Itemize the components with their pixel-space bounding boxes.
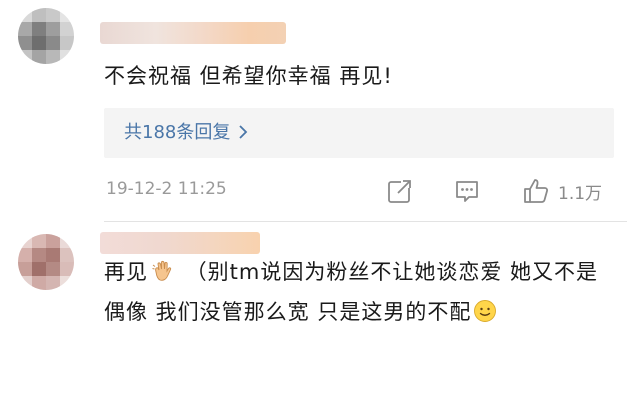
replies-label: 共188条回复 xyxy=(124,122,231,143)
comment-icon xyxy=(456,181,478,202)
avatar-mosaic xyxy=(18,8,74,64)
comment-feed: 不会祝福 但希望你幸福 再见! 共188条回复 19-12-2 11:25 1.… xyxy=(0,0,627,400)
comment-text: 再见 （别tm说因为粉丝不让她谈恋爱 她又不是偶像 我们没管那么宽 只是这男的不… xyxy=(104,254,614,334)
share-button[interactable] xyxy=(387,176,413,206)
avatar-mosaic xyxy=(18,234,74,290)
avatar[interactable] xyxy=(18,234,74,290)
slightly-smiling-face-icon xyxy=(473,298,497,334)
comment-text-body: （别tm说因为粉丝不让她谈恋爱 她又不是偶像 我们没管那么宽 只是这男的不配 xyxy=(104,260,599,324)
comment-meta: 19-12-2 11:25 1.1万 xyxy=(104,176,619,206)
like-button[interactable]: 1.1万 xyxy=(522,176,602,206)
divider xyxy=(104,221,627,222)
timestamp: 19-12-2 11:25 xyxy=(106,179,227,199)
comment-text-prefix: 再见 xyxy=(104,260,148,284)
username-redacted[interactable] xyxy=(100,22,286,44)
chevron-right-icon xyxy=(238,120,248,146)
share-icon xyxy=(388,179,412,203)
avatar[interactable] xyxy=(18,8,74,64)
comment-button[interactable] xyxy=(454,176,480,206)
comment-text: 不会祝福 但希望你幸福 再见! xyxy=(104,64,393,88)
view-replies-link[interactable]: 共188条回复 xyxy=(124,120,248,146)
username-redacted[interactable] xyxy=(100,232,260,254)
like-count: 1.1万 xyxy=(558,183,603,204)
waving-hand-icon xyxy=(150,258,174,294)
thumbs-up-icon xyxy=(524,179,549,203)
replies-box[interactable]: 共188条回复 xyxy=(104,108,614,158)
